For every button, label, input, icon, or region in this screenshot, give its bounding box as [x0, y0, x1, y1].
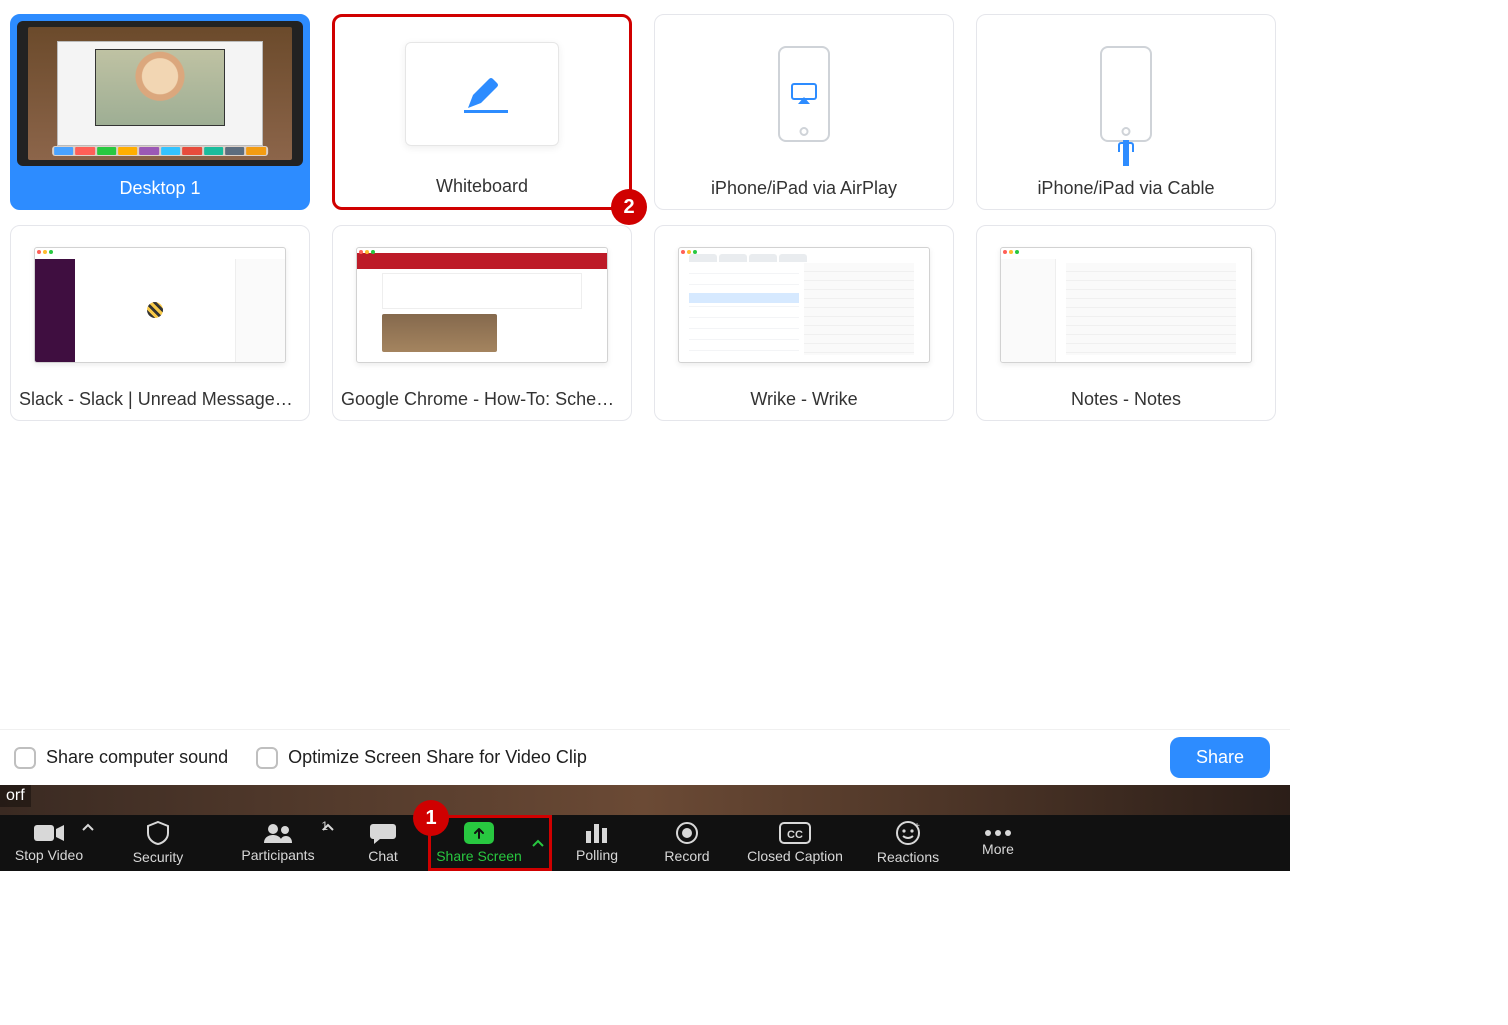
checkbox-label: Optimize Screen Share for Video Clip: [288, 747, 587, 768]
smiley-icon: +: [896, 821, 920, 845]
checkbox-box: [14, 747, 36, 769]
pencil-icon: [462, 74, 502, 114]
speech-bubble-icon: [370, 822, 396, 844]
shield-icon: [147, 821, 169, 845]
share-option-notes[interactable]: Notes - Notes: [976, 225, 1276, 421]
share-option-wrike[interactable]: Wrike - Wrike: [654, 225, 954, 421]
share-option-slack[interactable]: Slack - Slack | Unread Messages |...: [10, 225, 310, 421]
record-icon: [676, 822, 698, 844]
share-option-desktop-1[interactable]: Desktop 1: [10, 14, 310, 210]
share-option-airplay[interactable]: iPhone/iPad via AirPlay: [654, 14, 954, 210]
participant-name-overlay: orf: [0, 785, 31, 807]
share-option-label: iPhone/iPad via AirPlay: [655, 172, 953, 209]
share-panel-footer: Share computer sound Optimize Screen Sha…: [0, 729, 1290, 785]
svg-text:CC: CC: [787, 829, 803, 841]
closed-caption-button[interactable]: CC Closed Caption: [732, 815, 858, 871]
airplay-icon: [790, 82, 818, 106]
share-option-label: Wrike - Wrike: [655, 383, 953, 420]
share-option-cable[interactable]: iPhone/iPad via Cable: [976, 14, 1276, 210]
video-camera-icon: [34, 823, 64, 843]
reactions-button[interactable]: + Reactions: [858, 815, 958, 871]
record-button[interactable]: Record: [642, 815, 732, 871]
thumbnail-notes: [983, 232, 1269, 377]
share-option-label: Desktop 1: [11, 172, 309, 209]
share-screen-segment: 1 Share Screen: [428, 815, 552, 871]
bar-chart-icon: [585, 823, 609, 843]
share-screen-options-button[interactable]: [527, 818, 549, 868]
annotation-badge-1: 1: [413, 800, 449, 836]
share-option-label: Notes - Notes: [977, 383, 1275, 420]
people-icon: [263, 823, 293, 843]
meeting-control-bar: Stop Video Security Participants 1: [0, 815, 1290, 871]
checkbox-box: [256, 747, 278, 769]
plus-icon: +: [914, 821, 920, 832]
share-option-label: iPhone/iPad via Cable: [977, 172, 1275, 209]
thumbnail-desktop: [17, 21, 303, 166]
meeting-video-background: [0, 785, 1290, 815]
thumbnail-airplay: [661, 21, 947, 166]
checkbox-share-computer-sound[interactable]: Share computer sound: [14, 747, 228, 769]
share-option-whiteboard[interactable]: Whiteboard 2: [332, 14, 632, 210]
share-option-label: Slack - Slack | Unread Messages |...: [11, 383, 309, 420]
cable-icon: [1123, 140, 1129, 167]
checkbox-label: Share computer sound: [46, 747, 228, 768]
thumbnail-slack: [17, 232, 303, 377]
chevron-up-icon[interactable]: [82, 823, 94, 831]
thumbnail-wrike: [661, 232, 947, 377]
thumbnail-chrome: [339, 232, 625, 377]
polling-button[interactable]: Polling: [552, 815, 642, 871]
share-screen-icon: [464, 822, 494, 844]
security-button[interactable]: Security: [98, 815, 218, 871]
document-margin: [1290, 0, 1508, 1025]
share-option-label: Google Chrome - How-To: Schedul...: [333, 383, 631, 420]
annotation-badge-2: 2: [611, 189, 647, 225]
share-option-label: Whiteboard: [335, 170, 629, 207]
chevron-up-icon[interactable]: [322, 823, 334, 831]
thumbnail-cable: [983, 21, 1269, 166]
cc-icon: CC: [779, 822, 811, 844]
share-option-chrome[interactable]: Google Chrome - How-To: Schedul...: [332, 225, 632, 421]
participants-button[interactable]: Participants 1: [218, 815, 338, 871]
thumbnail-whiteboard: [341, 23, 623, 164]
share-screen-picker: Desktop 1 Whiteboard 2: [0, 0, 1290, 785]
stop-video-button[interactable]: Stop Video: [0, 815, 98, 871]
ellipsis-icon: [984, 829, 1012, 837]
more-button[interactable]: More: [958, 815, 1038, 871]
checkbox-optimize-video-clip[interactable]: Optimize Screen Share for Video Clip: [256, 747, 587, 769]
share-button[interactable]: Share: [1170, 737, 1270, 778]
